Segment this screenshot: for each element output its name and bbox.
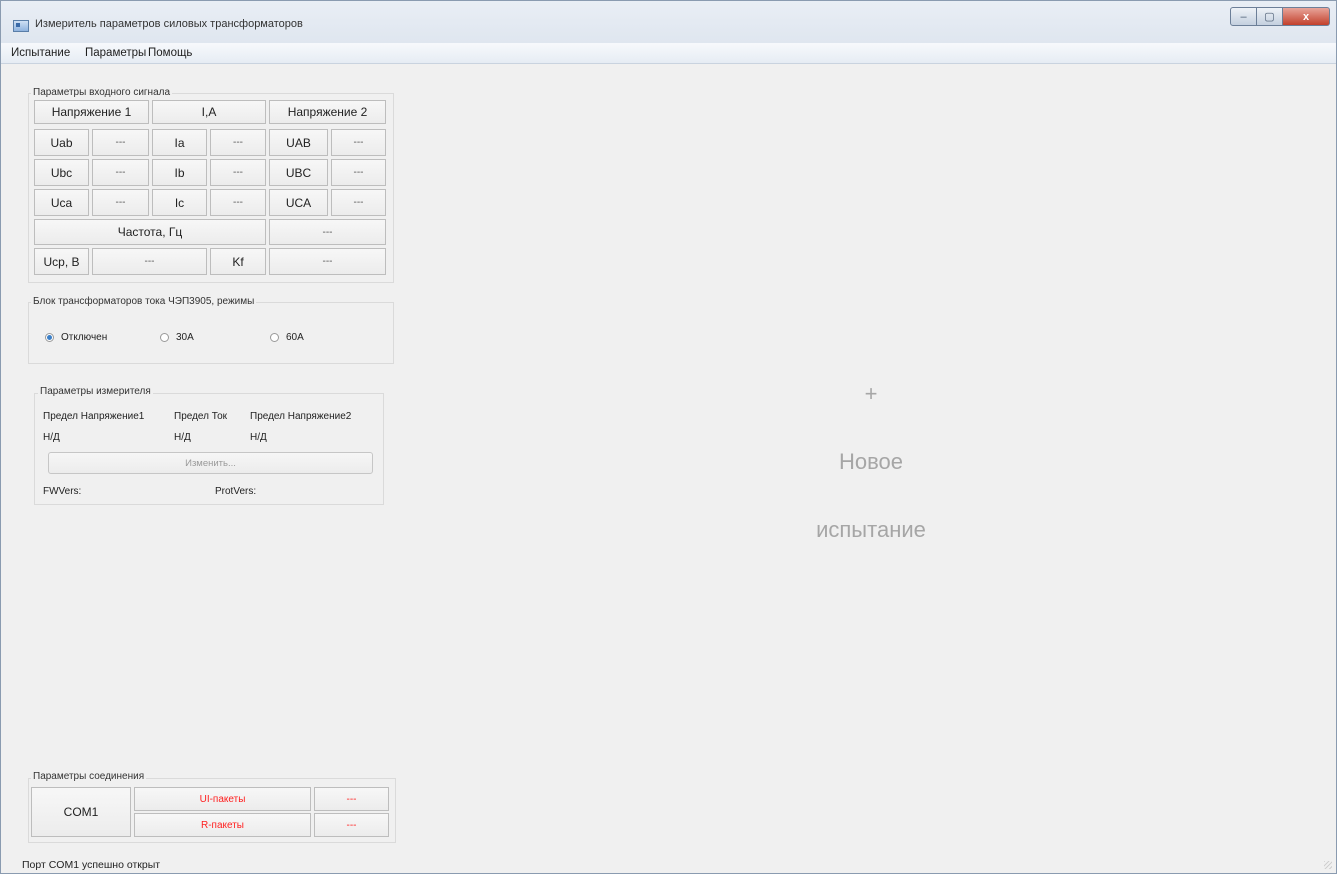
ia-value: --- [210,129,266,156]
ui-packets-value: --- [314,787,389,811]
uca-value: --- [92,189,149,216]
resize-grip[interactable] [1324,861,1332,869]
r-packets-label: R-пакеты [134,813,311,837]
ucp-label: Ucp, B [34,248,89,275]
window-controls: – ▢ x [1230,7,1330,27]
minimize-button[interactable]: – [1230,7,1257,26]
kf-value: --- [269,248,386,275]
limit-voltage1-value: Н/Д [43,432,60,443]
ia-label: Ia [152,129,207,156]
ucp-value: --- [92,248,207,275]
title-bar: Измеритель параметров силовых трансформа… [1,1,1336,43]
limit-voltage1-label: Предел Напряжение1 [43,411,145,422]
ib-label: Ib [152,159,207,186]
radio-off[interactable]: Отключен [45,332,107,343]
new-test-line2[interactable]: испытание [771,517,971,543]
menu-test[interactable]: Испытание [11,47,70,59]
radio-30a[interactable]: 30A [160,332,194,343]
ubc-label: Ubc [34,159,89,186]
main-window: Измеритель параметров силовых трансформа… [0,0,1337,874]
app-icon [13,20,29,32]
limit-current-label: Предел Ток [174,411,228,422]
fw-version-label: FWVers: [43,486,82,497]
r-packets-value: --- [314,813,389,837]
limit-voltage2-value: Н/Д [250,432,267,443]
ubc-value: --- [92,159,149,186]
radio-30a-label: 30A [176,332,194,343]
meter-params-title: Параметры измерителя [38,386,153,397]
ubc2-label: UBC [269,159,328,186]
menu-bar: Испытание Параметры Помощь [1,43,1336,64]
com-port-label: COM1 [31,787,131,837]
frequency-label: Частота, Гц [34,219,266,245]
uca-label: Uca [34,189,89,216]
menu-help[interactable]: Помощь [148,47,192,59]
ib-value: --- [210,159,266,186]
uca2-value: --- [331,189,386,216]
ic-value: --- [210,189,266,216]
new-test-line1[interactable]: Новое [771,449,971,475]
uab2-label: UAB [269,129,328,156]
header-voltage-1: Напряжение 1 [34,100,149,124]
ct-block-title: Блок трансформаторов тока ЧЭП3905, режим… [31,296,257,307]
limit-voltage2-label: Предел Напряжение2 [250,411,352,422]
maximize-button[interactable]: ▢ [1257,7,1283,26]
header-voltage-2: Напряжение 2 [269,100,386,124]
kf-label: Kf [210,248,266,275]
close-button[interactable]: x [1283,7,1330,26]
limit-current-value: Н/Д [174,432,191,443]
meter-params-group [34,393,384,505]
header-current: I,A [152,100,266,124]
protocol-version-label: ProtVers: [215,486,257,497]
uca2-label: UCA [269,189,328,216]
uab-value: --- [92,129,149,156]
radio-30a-indicator[interactable] [160,333,169,342]
radio-off-indicator[interactable] [45,333,54,342]
ic-label: Ic [152,189,207,216]
ui-packets-label: UI-пакеты [134,787,311,811]
input-signal-title: Параметры входного сигнала [31,87,173,98]
radio-60a[interactable]: 60A [270,332,304,343]
connection-title: Параметры соединения [31,771,147,782]
radio-60a-label: 60A [286,332,304,343]
radio-off-label: Отключен [61,332,108,343]
change-button[interactable]: Изменить... [48,452,373,474]
window-title: Измеритель параметров силовых трансформа… [35,18,303,30]
uab2-value: --- [331,129,386,156]
radio-60a-indicator[interactable] [270,333,279,342]
status-bar-text: Порт COM1 успешно открыт [22,859,161,871]
ubc2-value: --- [331,159,386,186]
plus-icon[interactable]: + [821,381,921,407]
uab-label: Uab [34,129,89,156]
menu-parameters[interactable]: Параметры [85,47,146,59]
frequency-value: --- [269,219,386,245]
